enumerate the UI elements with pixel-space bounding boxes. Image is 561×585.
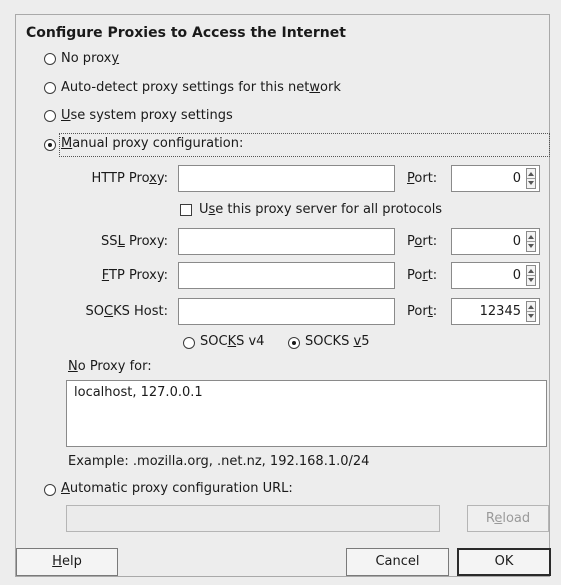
manual-proxy-label[interactable]: Manual proxy configuration:	[61, 136, 243, 151]
cancel-button[interactable]: Cancel	[346, 548, 449, 576]
socks-port-label: Port:	[407, 304, 438, 319]
no-proxy-for-value[interactable]: localhost, 127.0.0.1	[74, 385, 203, 400]
ftp-proxy-input[interactable]	[178, 262, 395, 289]
spin-arrows-icon[interactable]	[526, 265, 536, 286]
spin-arrows-icon[interactable]	[526, 168, 536, 189]
http-port-value[interactable]: 0	[513, 171, 521, 186]
reload-button[interactable]: Reload	[467, 505, 549, 532]
ssl-proxy-label: SSL Proxy:	[101, 234, 168, 249]
share-all-protocols-checkbox[interactable]	[180, 204, 192, 216]
socks-v4-radio[interactable]	[183, 337, 195, 349]
ssl-port-spinner[interactable]: 0	[451, 228, 540, 255]
no-proxy-for-label: No Proxy for:	[68, 359, 152, 374]
system-proxy-label[interactable]: Use system proxy settings	[61, 108, 233, 123]
ssl-port-label: Port:	[407, 234, 438, 249]
manual-proxy-radio[interactable]	[44, 139, 56, 151]
ftp-port-spinner[interactable]: 0	[451, 262, 540, 289]
no-proxy-label[interactable]: No proxy	[61, 51, 119, 66]
system-proxy-radio[interactable]	[44, 110, 56, 122]
ftp-port-value[interactable]: 0	[513, 268, 521, 283]
ftp-port-label: Port:	[407, 268, 438, 283]
ssl-proxy-input[interactable]	[178, 228, 395, 255]
no-proxy-radio[interactable]	[44, 53, 56, 65]
ssl-port-value[interactable]: 0	[513, 234, 521, 249]
ok-button[interactable]: OK	[457, 548, 551, 576]
socks-v5-radio[interactable]	[288, 337, 300, 349]
socks-port-spinner[interactable]: 12345	[451, 298, 540, 325]
socks-v4-label[interactable]: SOCKS v4	[200, 334, 264, 349]
http-port-label: Port:	[407, 171, 438, 186]
ftp-proxy-label: FTP Proxy:	[101, 268, 168, 283]
http-proxy-input[interactable]	[178, 165, 395, 192]
socks-port-value[interactable]: 12345	[480, 304, 521, 319]
http-port-spinner[interactable]: 0	[451, 165, 540, 192]
socks-host-input[interactable]	[178, 298, 395, 325]
http-proxy-label: HTTP Proxy:	[91, 171, 168, 186]
share-all-protocols-label[interactable]: Use this proxy server for all protocols	[199, 202, 442, 217]
auto-config-url-radio[interactable]	[44, 484, 56, 496]
auto-detect-radio[interactable]	[44, 82, 56, 94]
auto-config-url-input[interactable]	[66, 505, 440, 532]
dialog-title: Configure Proxies to Access the Internet	[26, 25, 346, 41]
spin-arrows-icon[interactable]	[526, 231, 536, 252]
socks-v5-label[interactable]: SOCKS v5	[305, 334, 369, 349]
auto-config-url-label[interactable]: Automatic proxy configuration URL:	[61, 481, 293, 496]
socks-host-label: SOCKS Host:	[85, 304, 168, 319]
auto-detect-label[interactable]: Auto-detect proxy settings for this netw…	[61, 80, 341, 95]
no-proxy-for-textarea[interactable]: localhost, 127.0.0.1	[66, 380, 547, 447]
help-button[interactable]: Help	[16, 548, 118, 576]
spin-arrows-icon[interactable]	[526, 301, 536, 322]
no-proxy-example: Example: .mozilla.org, .net.nz, 192.168.…	[68, 454, 370, 469]
